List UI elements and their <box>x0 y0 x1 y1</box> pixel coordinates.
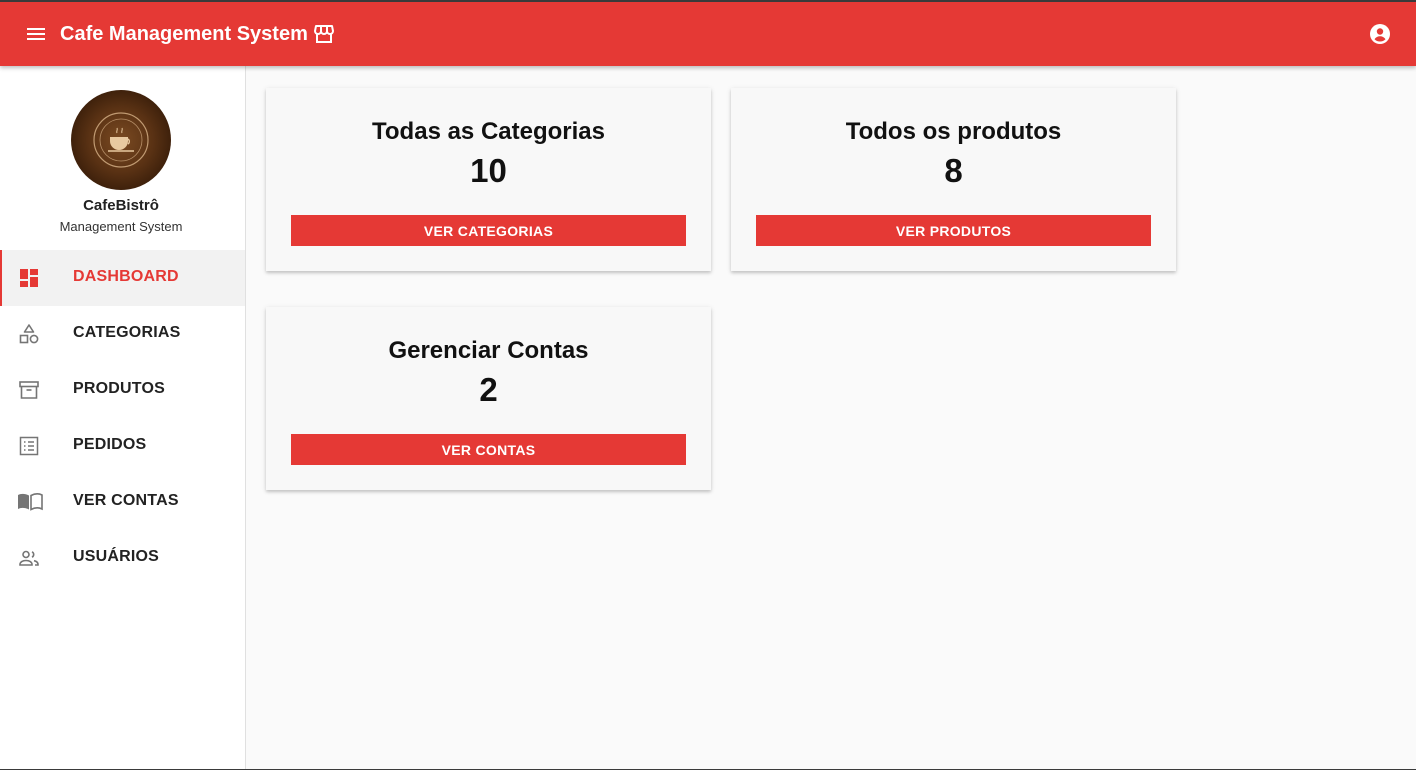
sidebar-item-pedidos[interactable]: PEDIDOS <box>0 418 245 474</box>
app-title: Cafe Management System <box>60 23 308 45</box>
brand-subtitle: Management System <box>59 219 183 234</box>
avatar <box>71 90 171 190</box>
sidebar-item-usuarios[interactable]: USUÁRIOS <box>0 530 245 586</box>
sidebar-item-dashboard[interactable]: DASHBOARD <box>0 250 245 306</box>
sidebar: CafeBistrô Management System DASHBOARD C… <box>0 66 246 769</box>
brand-name: CafeBistrô <box>83 197 159 214</box>
account-circle-icon[interactable] <box>1368 22 1392 46</box>
top-toolbar: Cafe Management System <box>0 2 1416 66</box>
card-categorias: Todas as Categorias 10 VER CATEGORIAS <box>266 88 711 271</box>
ver-categorias-button[interactable]: VER CATEGORIAS <box>291 215 686 246</box>
ver-produtos-button[interactable]: VER PRODUTOS <box>756 215 1151 246</box>
sidebar-item-label: PEDIDOS <box>73 436 147 453</box>
card-count: 2 <box>479 371 498 408</box>
sidebar-nav: DASHBOARD CATEGORIAS PRODUTOS PEDIDOS VE… <box>0 250 245 586</box>
card-count: 8 <box>944 152 963 189</box>
category-icon <box>17 322 41 346</box>
sidebar-item-label: VER CONTAS <box>73 492 179 509</box>
sidebar-item-produtos[interactable]: PRODUTOS <box>0 362 245 418</box>
app-frame: Cafe Management System CafeBistrô Manage… <box>0 0 1416 770</box>
dashboard-icon <box>17 266 41 290</box>
card-contas: Gerenciar Contas 2 VER CONTAS <box>266 307 711 490</box>
book-icon <box>17 490 43 514</box>
sidebar-item-label: CATEGORIAS <box>73 324 181 341</box>
ver-contas-button[interactable]: VER CONTAS <box>291 434 686 465</box>
card-produtos: Todos os produtos 8 VER PRODUTOS <box>731 88 1176 271</box>
sidebar-item-categorias[interactable]: CATEGORIAS <box>0 306 245 362</box>
sidebar-item-label: USUÁRIOS <box>73 548 160 565</box>
card-title: Gerenciar Contas <box>388 337 589 364</box>
card-title: Todos os produtos <box>845 118 1062 145</box>
storefront-icon <box>312 22 336 46</box>
menu-icon[interactable] <box>24 22 48 46</box>
inventory-icon <box>17 378 41 402</box>
card-count: 10 <box>470 152 507 189</box>
card-title: Todas as Categorias <box>372 118 605 145</box>
people-icon <box>17 546 41 570</box>
list-alt-icon <box>17 434 41 458</box>
sidebar-item-label: PRODUTOS <box>73 380 165 397</box>
sidebar-item-label: DASHBOARD <box>73 268 179 285</box>
sidebar-item-ver-contas[interactable]: VER CONTAS <box>0 474 245 530</box>
